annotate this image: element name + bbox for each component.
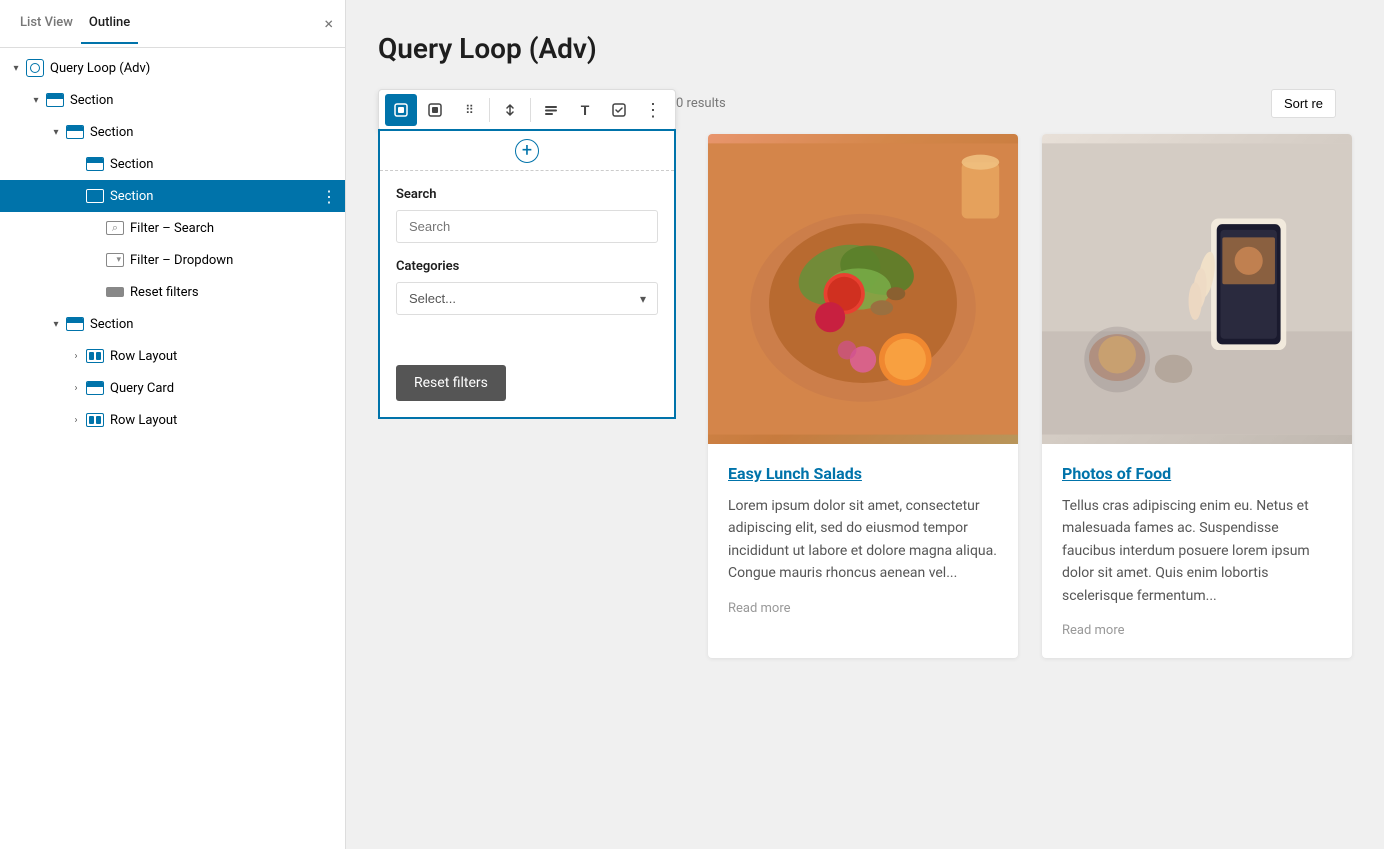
toolbar-move-btn[interactable] (494, 94, 526, 126)
toolbar-more-btn[interactable]: ⋮ (637, 94, 669, 126)
tree-item-s1[interactable]: Section (0, 84, 345, 116)
add-block-btn[interactable]: + (515, 139, 539, 163)
toggle-root[interactable] (8, 60, 24, 76)
block-toolbar: ⠿ T (378, 89, 676, 131)
toolbar-edit-btn[interactable] (603, 94, 635, 126)
query-loop-icon (26, 59, 44, 77)
tree-label-s4: Section (110, 189, 321, 204)
tab-outline[interactable]: Outline (81, 3, 138, 44)
filter-panel-container: ⠿ T (378, 89, 676, 658)
toolbar-drag-btn[interactable]: ⠿ (453, 94, 485, 126)
tree-item-filter-dropdown[interactable]: Filter – Dropdown (0, 244, 345, 276)
toolbar-select-parent-btn[interactable] (385, 94, 417, 126)
tree-label-qc: Query Card (110, 381, 337, 396)
section-icon-s5 (66, 315, 84, 333)
tree-item-s5[interactable]: Section (0, 308, 345, 340)
tree-label-fd: Filter – Dropdown (130, 253, 337, 268)
filter-categories-label: Categories (396, 259, 658, 274)
tree-label-fs: Filter – Search (130, 221, 337, 236)
more-options-icon[interactable]: ⋮ (321, 187, 337, 206)
query-card-icon (86, 379, 104, 397)
tree-label-root: Query Loop (Adv) (50, 61, 337, 76)
tree-item-filter-search[interactable]: Filter – Search (0, 212, 345, 244)
row-layout-icon-2 (86, 411, 104, 429)
toolbar-align-btn[interactable] (535, 94, 567, 126)
tree-item-s4[interactable]: Section ⋮ (0, 180, 345, 212)
tree-label-s2: Section (90, 125, 337, 140)
toolbar-divider-2 (530, 98, 531, 122)
tree-item-root[interactable]: Query Loop (Adv) (0, 52, 345, 84)
sidebar-tabs: List View Outline × (0, 0, 345, 48)
sort-button[interactable]: Sort re (1271, 89, 1336, 118)
filter-search-icon (106, 219, 124, 237)
page-title: Query Loop (Adv) (378, 32, 1352, 65)
filter-search-input[interactable] (396, 210, 658, 243)
tree-item-s2[interactable]: Section (0, 116, 345, 148)
tree-item-s3[interactable]: Section (0, 148, 345, 180)
sidebar: List View Outline × Query Loop (Adv) Sec… (0, 0, 346, 849)
post-readmore-1[interactable]: Read more (728, 601, 998, 616)
filter-select-wrapper: Select... (396, 282, 658, 315)
post-title-1[interactable]: Easy Lunch Salads (728, 464, 998, 483)
empty-block (380, 331, 674, 361)
tree-item-reset[interactable]: Reset filters (0, 276, 345, 308)
reset-filters-btn[interactable]: Reset filters (396, 365, 506, 401)
section-icon-s2 (66, 123, 84, 141)
tree-container: Query Loop (Adv) Section Section Section (0, 48, 345, 440)
post-title-2[interactable]: Photos of Food (1062, 464, 1332, 483)
tree-item-qc[interactable]: Query Card (0, 372, 345, 404)
toggle-s2[interactable] (48, 124, 64, 140)
filter-dropdown-icon (106, 251, 124, 269)
tree-label-s1: Section (70, 93, 337, 108)
post-excerpt-2: Tellus cras adipiscing enim eu. Netus et… (1062, 495, 1332, 607)
toolbar-text-btn[interactable]: T (569, 94, 601, 126)
toggle-qc[interactable] (68, 380, 84, 396)
posts-grid: Easy Lunch Salads Lorem ipsum dolor sit … (676, 134, 1352, 658)
canvas-section: + Search Categories Select... (378, 129, 676, 419)
tree-item-rl2[interactable]: Row Layout (0, 404, 345, 436)
toggle-rl1[interactable] (68, 348, 84, 364)
post-image-salad (708, 134, 1018, 444)
tree-label-rl1: Row Layout (110, 349, 337, 364)
tree-label-rf: Reset filters (130, 285, 337, 300)
tree-label-s5: Section (90, 317, 337, 332)
post-body-1: Easy Lunch Salads Lorem ipsum dolor sit … (708, 444, 1018, 636)
filter-categories-section: Categories Select... (380, 259, 674, 331)
close-icon[interactable]: × (324, 16, 333, 32)
post-image-food (1042, 134, 1352, 444)
section-icon-s4 (86, 187, 104, 205)
tab-list-view[interactable]: List View (12, 3, 81, 44)
canvas-add-row[interactable]: + (380, 131, 674, 171)
row-layout-icon-1 (86, 347, 104, 365)
post-body-2: Photos of Food Tellus cras adipiscing en… (1042, 444, 1352, 658)
filter-search-label: Search (396, 187, 658, 202)
tree-label-rl2: Row Layout (110, 413, 337, 428)
section-icon-s3 (86, 155, 104, 173)
results-top-bar: 0 results Sort re (676, 89, 1352, 118)
filter-search-section: Search (380, 171, 674, 259)
toggle-rl2[interactable] (68, 412, 84, 428)
filter-categories-select[interactable]: Select... (396, 282, 658, 315)
post-readmore-2[interactable]: Read more (1062, 623, 1332, 638)
tree-item-rl1[interactable]: Row Layout (0, 340, 345, 372)
reset-icon (106, 283, 124, 301)
toggle-s5[interactable] (48, 316, 64, 332)
section-icon-s1 (46, 91, 64, 109)
toolbar-select-block-btn[interactable] (419, 94, 451, 126)
toggle-s1[interactable] (28, 92, 44, 108)
post-excerpt-1: Lorem ipsum dolor sit amet, consectetur … (728, 495, 998, 585)
results-area: 0 results Sort re (676, 89, 1352, 658)
results-count: 0 results (676, 96, 726, 111)
toolbar-divider-1 (489, 98, 490, 122)
post-card-1: Easy Lunch Salads Lorem ipsum dolor sit … (708, 134, 1018, 658)
post-card-2: Photos of Food Tellus cras adipiscing en… (1042, 134, 1352, 658)
main-content: Query Loop (Adv) (346, 0, 1384, 849)
tree-label-s3: Section (110, 157, 337, 172)
